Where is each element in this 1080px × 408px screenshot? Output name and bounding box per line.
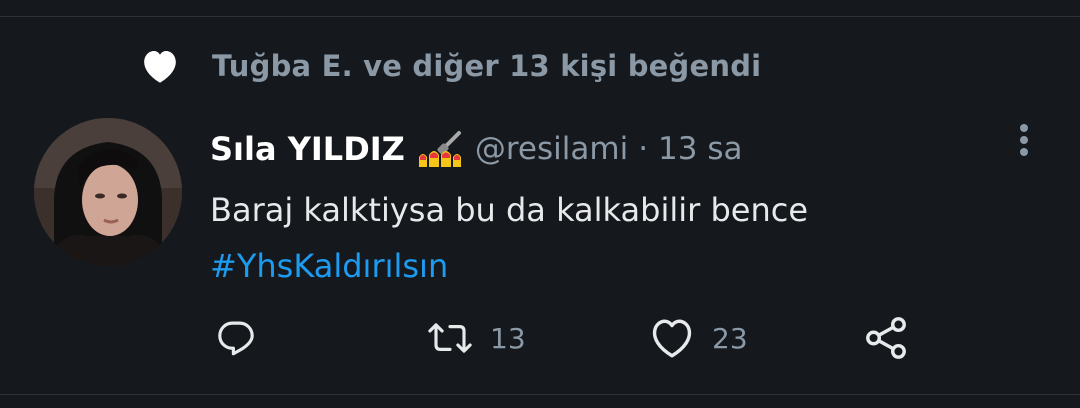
tweet-text: Baraj kalktiysa bu da kalkabilir bence <box>210 191 808 229</box>
tweet-header: Sıla YILDIZ @resilami · 13 sa <box>210 124 743 174</box>
like-count: 23 <box>712 321 748 355</box>
heart-filled-icon <box>140 46 180 86</box>
reply-icon <box>210 312 262 364</box>
retweet-button[interactable]: 13 <box>424 312 526 364</box>
share-button[interactable] <box>860 312 912 364</box>
tweet-card[interactable]: Tuğba E. ve diğer 13 kişi beğendi Sıla Y… <box>0 0 1080 408</box>
reply-button[interactable] <box>210 312 262 364</box>
retweet-icon <box>424 312 476 364</box>
tweet-body: Baraj kalktiysa bu da kalkabilir bence #… <box>210 182 808 294</box>
author-display-name[interactable]: Sıla YILDIZ <box>210 130 405 168</box>
more-options-icon[interactable] <box>1006 120 1042 160</box>
action-bar: 13 23 <box>210 312 930 364</box>
separator-dot: · <box>638 131 649 167</box>
social-context[interactable]: Tuğba E. ve diğer 13 kişi beğendi <box>140 46 761 86</box>
heart-icon <box>646 312 698 364</box>
like-button[interactable]: 23 <box>646 312 748 364</box>
retweet-count: 13 <box>490 321 526 355</box>
social-context-text: Tuğba E. ve diğer 13 kişi beğendi <box>212 49 762 83</box>
divider <box>0 16 1080 17</box>
divider <box>0 394 1080 395</box>
avatar[interactable] <box>34 118 182 266</box>
tweet-timestamp[interactable]: 13 sa <box>658 131 742 167</box>
share-icon <box>860 312 912 364</box>
nail-polish-emoji <box>415 127 467 171</box>
author-handle[interactable]: @resilami <box>475 131 628 167</box>
hashtag-link[interactable]: #YhsKaldırılsın <box>210 238 808 294</box>
